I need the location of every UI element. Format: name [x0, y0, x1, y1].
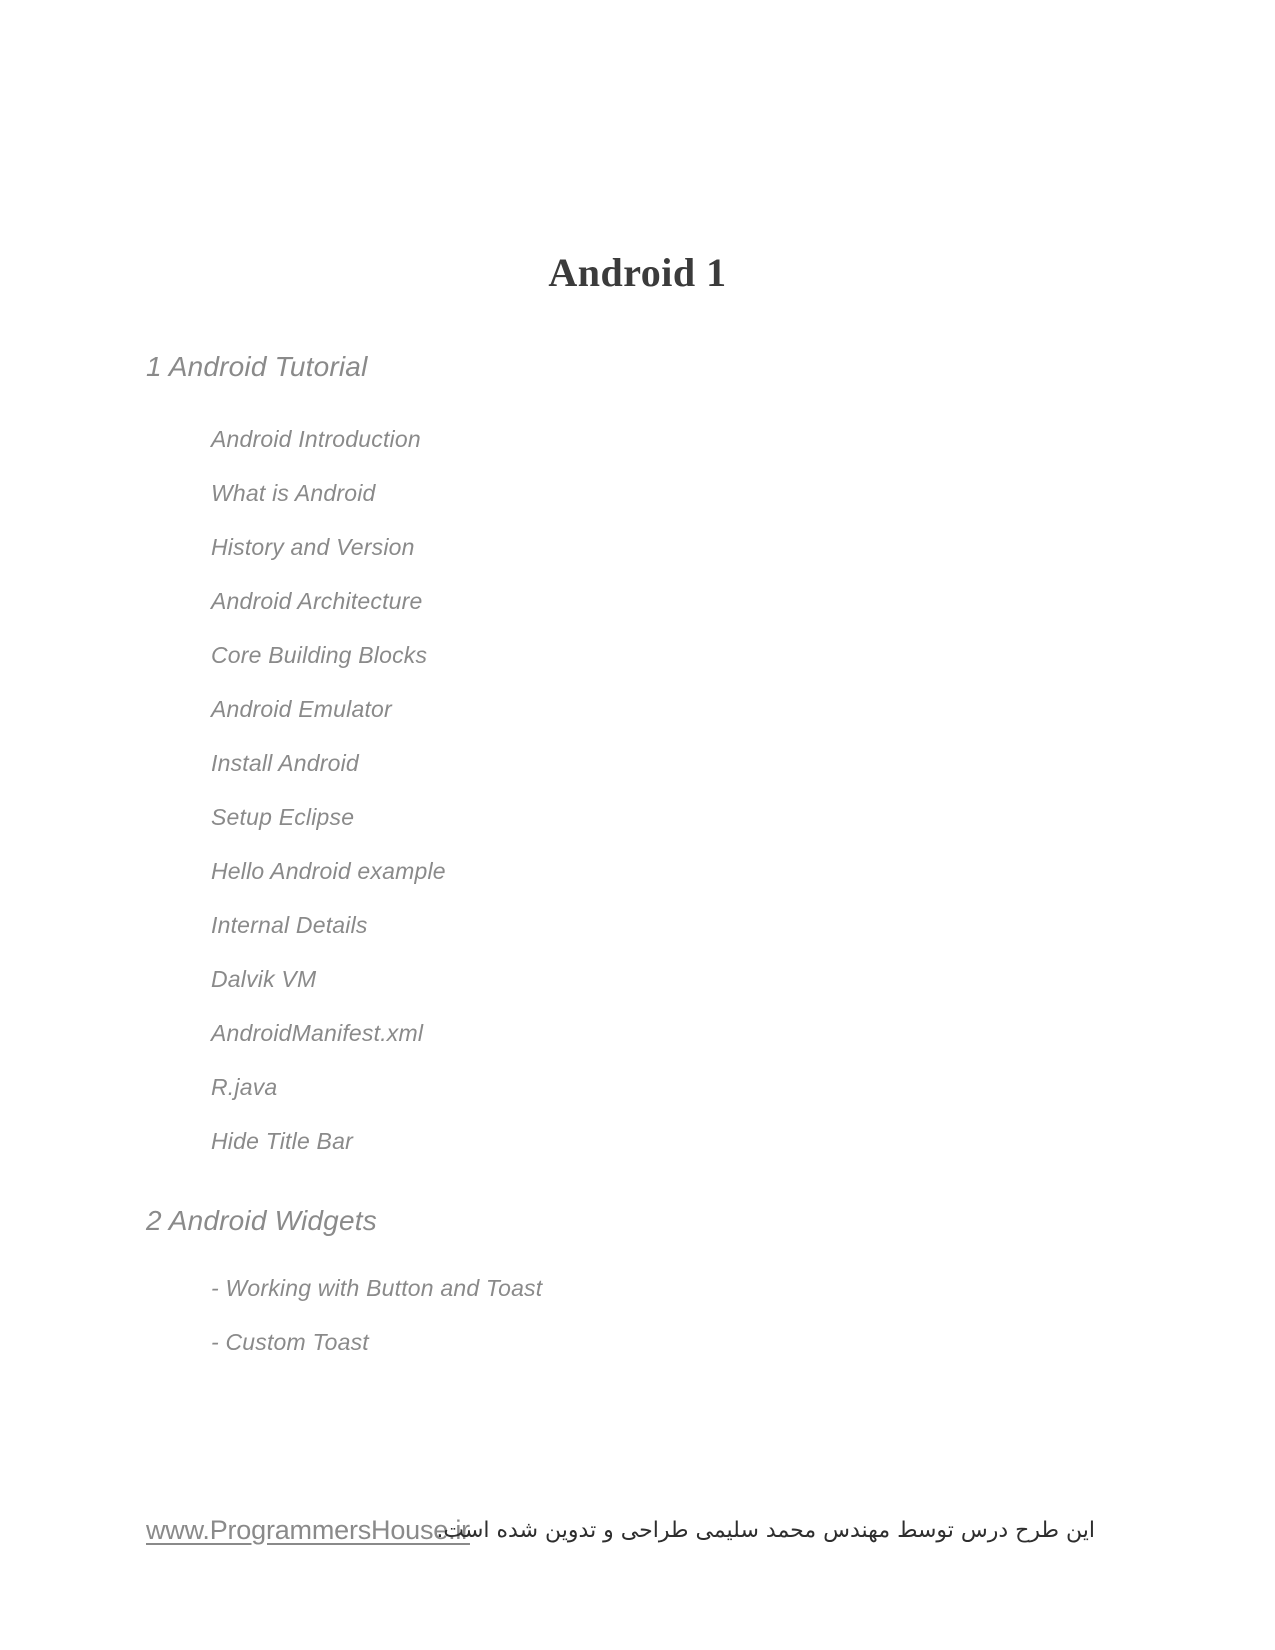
outline-section-1: 1 Android Tutorial Android Introduction …	[0, 352, 1275, 1153]
list-item: Core Building Blocks	[211, 642, 428, 668]
section-heading-android-widgets: 2 Android Widgets	[146, 1205, 377, 1236]
page-footer: www.ProgrammersHouse.ir این طرح درس توسط…	[0, 1514, 1275, 1564]
outline-container: 1 Android Tutorial Android Introduction …	[0, 352, 1275, 1385]
section-heading-android-tutorial: 1 Android Tutorial	[146, 351, 368, 382]
list-item: Android Architecture	[211, 588, 423, 614]
list-item: What is Android	[211, 480, 376, 506]
list-item: Hide Title Bar	[211, 1128, 353, 1154]
list-item: - Working with Button and Toast	[211, 1275, 543, 1301]
section-2-item-list: - Working with Button and Toast - Custom…	[0, 1277, 1275, 1354]
list-item: Install Android	[211, 750, 359, 776]
footer-credit-note: این طرح درس توسط مهندس محمد سلیمی طراحی …	[436, 1518, 1095, 1543]
list-item: History and Version	[211, 534, 415, 560]
page-title: Android 1	[548, 249, 727, 295]
list-item: Setup Eclipse	[211, 804, 355, 830]
list-item: Android Emulator	[211, 696, 392, 722]
section-1-item-list: Android Introduction What is Android His…	[0, 428, 1275, 1153]
list-item: Hello Android example	[211, 858, 446, 884]
list-item: Internal Details	[211, 912, 368, 938]
list-item: R.java	[211, 1074, 278, 1100]
list-item: - Custom Toast	[211, 1329, 369, 1355]
document-page: Android 1 1 Android Tutorial Android Int…	[0, 0, 1275, 1650]
list-item: Android Introduction	[211, 426, 421, 452]
outline-section-2: 2 Android Widgets - Working with Button …	[0, 1206, 1275, 1354]
list-item: AndroidManifest.xml	[211, 1020, 424, 1046]
list-item: Dalvik VM	[211, 966, 317, 992]
website-link[interactable]: www.ProgrammersHouse.ir	[146, 1514, 470, 1546]
